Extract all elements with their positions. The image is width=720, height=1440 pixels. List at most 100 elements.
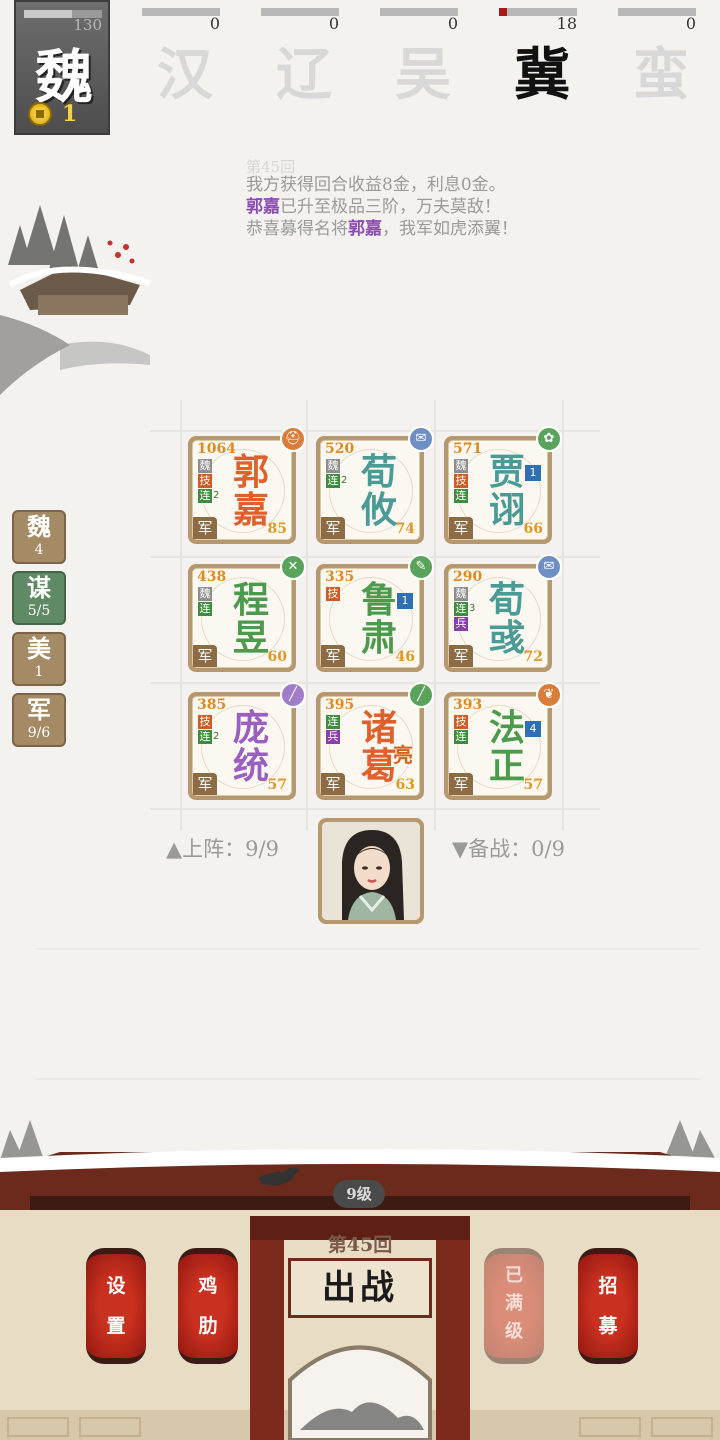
fan-icon: ✿: [536, 426, 562, 452]
trait-link-badge: 连: [326, 715, 340, 729]
trait-soldier-badge: 兵: [326, 730, 340, 744]
tag-strategy[interactable]: 谋 5/5: [12, 571, 66, 625]
trait-wei-badge: 魏: [198, 459, 212, 473]
snow-landscape-icon: [0, 205, 151, 395]
trait-link-badge: 连2: [326, 474, 348, 488]
faction-liao[interactable]: 0 辽: [261, 0, 347, 120]
hp-bar: [261, 8, 339, 16]
hero-level: 72: [523, 649, 543, 665]
trait-skill-badge: 技: [454, 715, 468, 729]
hero-card-lusu[interactable]: 335 技 1 鲁肃 军 46 ✎: [316, 554, 434, 672]
faction-name: 冀: [514, 42, 570, 108]
trait-skill-badge: 技: [454, 474, 468, 488]
brush-icon: ✎: [408, 554, 434, 580]
bench-area[interactable]: [36, 948, 700, 1080]
hp-bar: [142, 8, 220, 16]
faction-bar: 130 魏 1 0 汉 0 辽 0 吴 18 冀 0 蛮: [0, 0, 720, 140]
log-round: 第45回: [246, 158, 296, 174]
log-line: 恭喜募得名将郭嘉，我军如虎添翼！: [246, 219, 518, 239]
sword-icon: ╱: [280, 682, 306, 708]
faction-wu[interactable]: 0 吴: [380, 0, 466, 120]
round-label: 第45回: [327, 1234, 393, 1256]
hero-level: 46: [395, 649, 415, 665]
hero-name: 庞统: [232, 707, 269, 787]
log-hero-name: 郭嘉: [246, 197, 280, 217]
hero-name: 程昱: [232, 579, 269, 659]
army-label: 军: [321, 773, 345, 795]
army-label: 军: [321, 645, 345, 667]
trait-skill-badge: 技: [198, 715, 212, 729]
hero-card-xunyou[interactable]: 520 魏 连2 荀攸 军 74 ✉: [316, 426, 434, 544]
hero-name: 法正: [488, 707, 525, 787]
hero-name: 郭嘉: [232, 451, 269, 531]
hp-bar: [380, 8, 458, 16]
bench-count: ▼备战：0/9: [452, 837, 565, 861]
grid-line: [150, 682, 600, 684]
hero-card-zhugeliang[interactable]: 395 连 兵 诸葛 亮 军 63 ╱: [316, 682, 434, 800]
faction-man[interactable]: 0 蛮: [618, 0, 704, 120]
hero-name: 鲁肃: [360, 579, 397, 659]
faction-name: 蛮: [633, 42, 689, 108]
faction-ji[interactable]: 18 冀: [499, 0, 585, 120]
trait-wei-badge: 魏: [454, 459, 468, 473]
hero-card-jiaxu[interactable]: 571 魏 技 连 1 贾诩 军 66 ✿: [444, 426, 562, 544]
faction-wei-card[interactable]: 130 魏 1: [14, 0, 110, 135]
army-label: 军: [321, 517, 345, 539]
faction-name: 辽: [276, 42, 332, 108]
log-line: 我方获得回合收益8金，利息0金。: [246, 175, 506, 195]
swords-icon: ✕: [280, 554, 306, 580]
trait-soldier-badge: 兵: [454, 617, 468, 631]
hero-card-chengyu[interactable]: 438 魏 连 程昱 军 60 ✕: [188, 554, 306, 672]
scroll-icon: ✉: [536, 554, 562, 580]
grid-line: [306, 400, 308, 830]
gold-count: 1: [62, 101, 78, 127]
log-line: 郭嘉已升至极品三阶，万夫莫敌！: [246, 197, 501, 217]
hero-level: 57: [523, 777, 543, 793]
faction-name: 汉: [157, 42, 213, 108]
tag-beauty[interactable]: 美 1: [12, 632, 66, 686]
trait-skill-badge: 技: [198, 474, 212, 488]
hero-card-pangtong[interactable]: 385 技 连2 庞统 军 57 ╱: [188, 682, 306, 800]
deployed-count: ▲上阵：9/9: [166, 837, 279, 861]
level-badge: 9级: [333, 1180, 385, 1208]
log-hero-name: 郭嘉: [348, 219, 382, 239]
army-label: 军: [193, 517, 217, 539]
army-label: 军: [449, 645, 473, 667]
army-label: 军: [193, 645, 217, 667]
grid-line: [562, 400, 564, 830]
scroll-icon: ✉: [408, 426, 434, 452]
trait-link-badge: 连2: [198, 489, 220, 503]
army-label: 军: [449, 773, 473, 795]
hero-name: 贾诩: [488, 451, 525, 531]
settings-button[interactable]: 设置: [86, 1236, 146, 1368]
hero-level: 74: [395, 521, 415, 537]
chicken-rib-button[interactable]: 鸡肋: [178, 1236, 238, 1368]
gold-coin-icon: [28, 102, 52, 126]
tag-army[interactable]: 军 9/6: [12, 693, 66, 747]
hero-level: 57: [267, 777, 287, 793]
grid-line: [150, 430, 600, 432]
grid-line: [150, 556, 600, 558]
army-label: 军: [449, 517, 473, 539]
hero-name: 荀彧: [488, 579, 525, 659]
hero-card-fazheng[interactable]: 393 技 连 4 法正 军 57 ❦: [444, 682, 562, 800]
hero-level: 60: [267, 649, 287, 665]
tag-wei[interactable]: 魏 4: [12, 510, 66, 564]
hp-bar: [618, 8, 696, 16]
battle-button[interactable]: 出战: [288, 1258, 432, 1318]
helmet-icon: ⛑: [280, 426, 306, 452]
sword-icon: ╱: [408, 682, 434, 708]
faction-han[interactable]: 0 汉: [142, 0, 228, 120]
battle-log: 第45回 我方获得回合收益8金，利息0金。 郭嘉已升至极品三阶，万夫莫敌！ 恭喜…: [246, 156, 686, 240]
hero-name-extra: 亮: [393, 743, 413, 767]
grid-line: [150, 808, 600, 810]
grid-line: [434, 400, 436, 830]
trait-link-badge: 连: [454, 730, 468, 744]
hero-card-xunyu[interactable]: 290 魏 连3 兵 荀彧 军 72 ✉: [444, 554, 562, 672]
trait-link-badge: 连: [454, 489, 468, 503]
recruit-button[interactable]: 招募: [578, 1236, 638, 1368]
trait-link-badge: 连: [198, 602, 212, 616]
hero-card-guojia[interactable]: 1064 魏 技 连2 郭嘉 军 85 ⛑: [188, 426, 306, 544]
beauty-portrait[interactable]: [318, 818, 424, 924]
max-level-button[interactable]: 已满级: [484, 1236, 544, 1368]
